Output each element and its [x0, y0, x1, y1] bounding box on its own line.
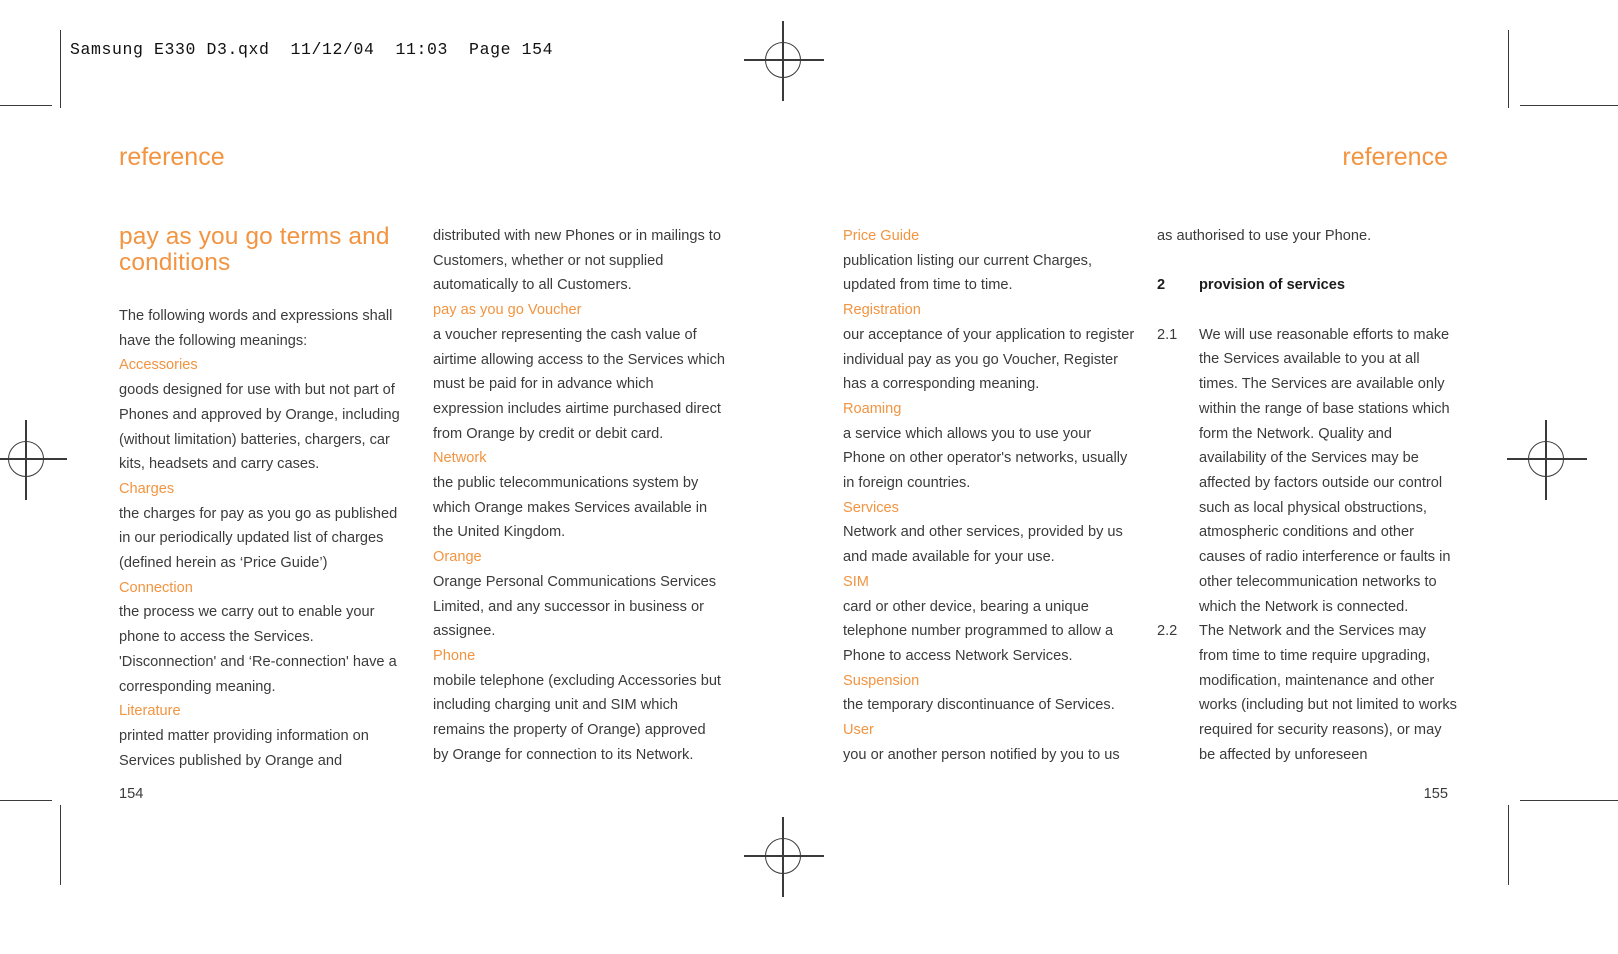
document-slug-line: Samsung E330 D3.qxd 11/12/04 11:03 Page …: [70, 40, 554, 59]
glossary-entry: Roaming a service which allows you to us…: [843, 397, 1135, 496]
glossary-entry: Phone mobile telephone (excluding Access…: [433, 644, 725, 768]
page-title: pay as you go terms and conditions: [119, 223, 390, 276]
trim-mark-bottom-right-horizontal: [1520, 800, 1618, 802]
glossary-definition: Network and other services, provided by …: [843, 524, 1123, 566]
glossary-definition: a service which allows you to use your P…: [843, 425, 1128, 492]
glossary-entry: Charges the charges for pay as you go as…: [119, 477, 411, 576]
text-column-2: distributed with new Phones or in mailin…: [433, 224, 725, 767]
page-number-right: 155: [1423, 786, 1448, 802]
glossary-entry: pay as you go Voucher a voucher represen…: [433, 298, 725, 446]
trim-mark-top-left-horizontal: [0, 105, 52, 107]
glossary-definition: the temporary discontinuance of Services…: [843, 697, 1115, 714]
glossary-entry: SIM card or other device, bearing a uniq…: [843, 570, 1135, 669]
clause-number: 2.1: [1157, 326, 1178, 343]
glossary-entry: Network the public telecommunications sy…: [433, 446, 725, 545]
trim-mark-top-right-horizontal: [1520, 105, 1618, 107]
column2-continuation: distributed with new Phones or in mailin…: [433, 228, 721, 294]
glossary-definition: the process we carry out to enable your …: [119, 604, 397, 695]
glossary-entry: Registration our acceptance of your appl…: [843, 298, 1135, 397]
clause-2-2: 2.2 The Network and the Services may fro…: [1157, 619, 1457, 767]
clause-heading-number: 2: [1157, 277, 1166, 294]
glossary-definition: the charges for pay as you go as publish…: [119, 505, 398, 572]
running-head-right: reference: [1342, 143, 1448, 171]
registration-mark-left: [0, 420, 67, 500]
trim-mark-bottom-right-vertical: [1508, 805, 1510, 885]
glossary-definition: Orange Personal Communications Services …: [433, 573, 717, 640]
glossary-term: Accessories: [119, 357, 198, 374]
glossary-term: Price Guide: [843, 228, 920, 244]
trim-mark-top-left-vertical: [60, 30, 62, 108]
registration-mark-bottom: [744, 817, 824, 897]
page-number-left: 154: [119, 786, 144, 802]
glossary-term: Orange: [433, 549, 482, 566]
clause-heading-label: provision of services: [1199, 277, 1345, 294]
glossary-term: pay as you go Voucher: [433, 302, 582, 319]
glossary-entry: Orange Orange Personal Communications Se…: [433, 545, 725, 644]
glossary-term: Charges: [119, 480, 175, 497]
glossary-term: Network: [433, 450, 487, 467]
glossary-entry: Connection the process we carry out to e…: [119, 576, 411, 700]
running-head-left: reference: [119, 143, 225, 171]
glossary-entry: Price Guide publication listing our curr…: [843, 224, 1135, 298]
clause-number: 2.2: [1157, 623, 1178, 640]
glossary-definition: printed matter providing information on …: [119, 727, 369, 769]
glossary-entry: Services Network and other services, pro…: [843, 496, 1135, 570]
glossary-term: Literature: [119, 703, 181, 720]
trim-mark-bottom-left-horizontal: [0, 800, 52, 802]
glossary-entry: Suspension the temporary discontinuance …: [843, 669, 1135, 718]
glossary-entry: Accessories goods designed for use with …: [119, 353, 411, 477]
registration-mark-top: [744, 21, 824, 101]
glossary-definition: you or another person notified by you to…: [843, 746, 1120, 763]
text-column-3: Price Guide publication listing our curr…: [843, 224, 1135, 767]
glossary-definition: mobile telephone (excluding Accessories …: [433, 672, 721, 763]
glossary-term: Registration: [843, 302, 921, 319]
glossary-definition: our acceptance of your application to re…: [843, 326, 1135, 393]
clause-text: We will use reasonable efforts to make t…: [1199, 326, 1451, 615]
clause-heading-2: 2 provision of services: [1157, 273, 1457, 298]
glossary-term: Phone: [433, 647, 476, 664]
glossary-definition: a voucher representing the cash value of…: [433, 326, 725, 442]
glossary-term: SIM: [843, 573, 869, 590]
glossary-term: Connection: [119, 579, 193, 596]
glossary-entry: User you or another person notified by y…: [843, 718, 1135, 767]
registration-mark-right: [1507, 420, 1587, 500]
glossary-entry: Literature printed matter providing info…: [119, 699, 411, 773]
glossary-definition: publication listing our current Charges,…: [843, 252, 1093, 294]
text-column-1: pay as you go terms and conditions The f…: [119, 224, 411, 773]
column4-continuation: as authorised to use your Phone.: [1157, 228, 1372, 244]
glossary-definition: card or other device, bearing a unique t…: [843, 598, 1114, 664]
trim-mark-top-right-vertical: [1508, 30, 1510, 108]
glossary-definition: the public telecommunications system by …: [433, 475, 708, 541]
glossary-term: Roaming: [843, 400, 902, 417]
text-column-4: as authorised to use your Phone. 2 provi…: [1157, 224, 1457, 767]
trim-mark-bottom-left-vertical: [60, 805, 62, 885]
column1-intro: The following words and expressions shal…: [119, 308, 393, 349]
glossary-term: Services: [843, 499, 899, 516]
glossary-term: User: [843, 722, 874, 739]
glossary-definition: goods designed for use with but not part…: [119, 382, 400, 473]
clause-2-1: 2.1 We will use reasonable efforts to ma…: [1157, 323, 1457, 619]
glossary-term: Suspension: [843, 672, 920, 689]
clause-text: The Network and the Services may from ti…: [1199, 623, 1457, 763]
